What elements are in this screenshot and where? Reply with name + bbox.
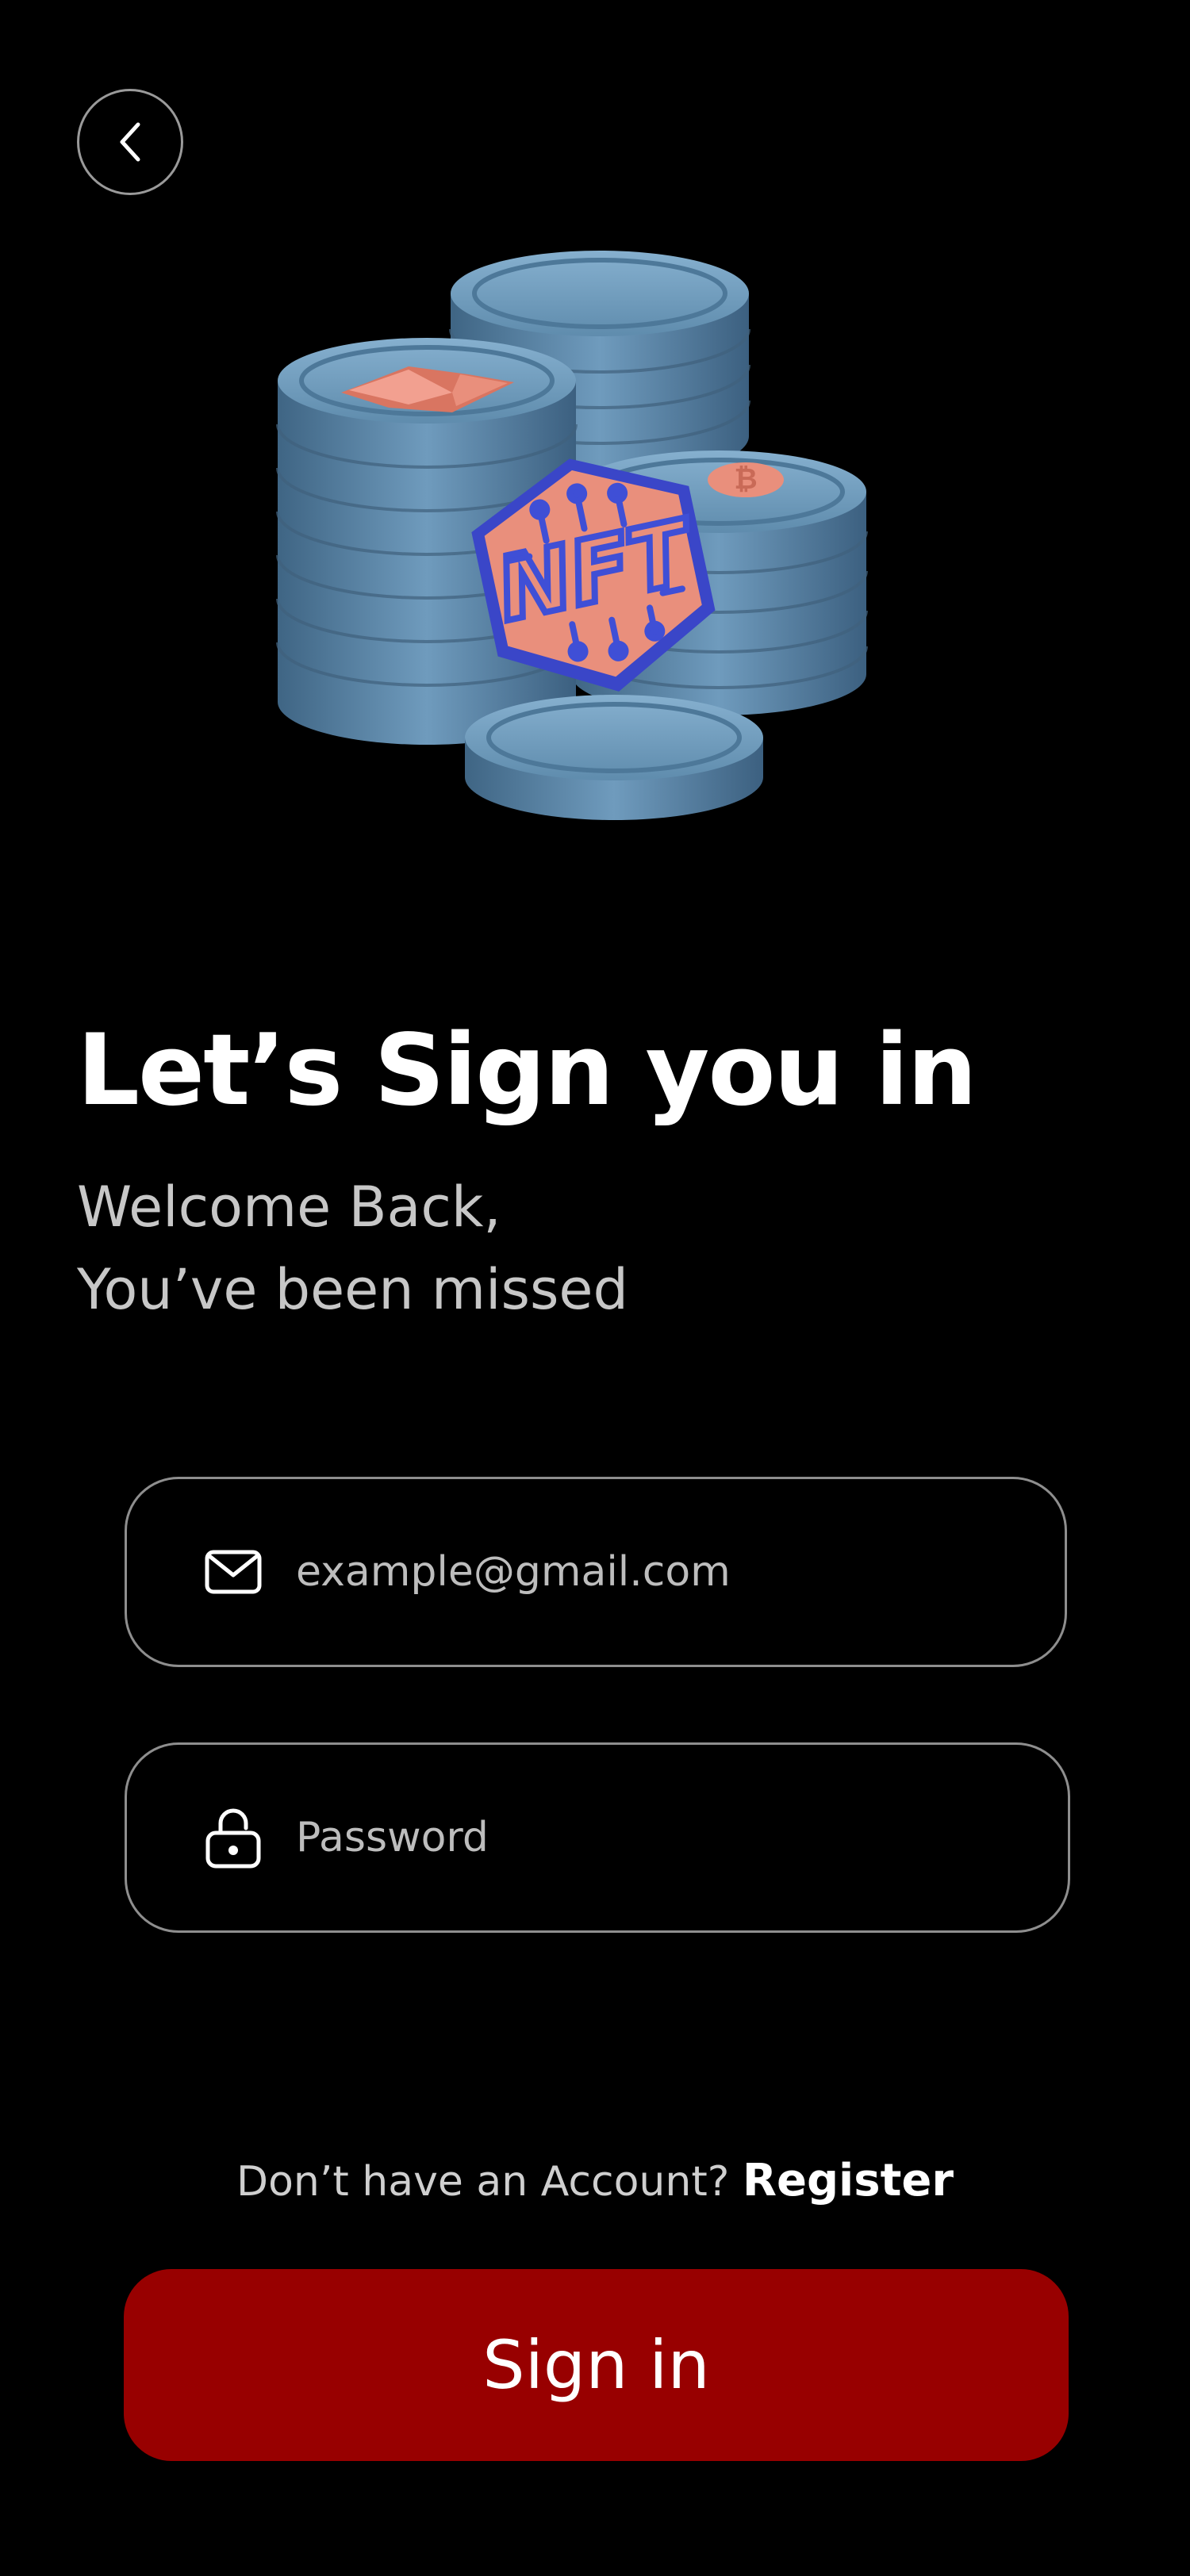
nft-coins-illustration: ₿ NFT [276, 251, 868, 820]
password-field[interactable] [125, 1742, 1070, 1933]
bitcoin-icon: ₿ [708, 462, 784, 497]
page-title: Let’s Sign you in [77, 1014, 977, 1128]
page-subtitle: Welcome Back, You’ve been missed [77, 1166, 628, 1331]
hero-illustration: ₿ NFT [262, 230, 912, 857]
back-button[interactable] [77, 89, 183, 195]
mail-icon [205, 1543, 262, 1600]
svg-text:₿: ₿ [734, 463, 757, 496]
sign-in-button[interactable]: Sign in [124, 2269, 1069, 2461]
email-field[interactable] [125, 1477, 1067, 1667]
password-input[interactable] [296, 1745, 1036, 1930]
email-input[interactable] [296, 1479, 1033, 1665]
chevron-left-icon [120, 122, 140, 162]
register-prompt: Don’t have an Account? Register [0, 2149, 1190, 2214]
coin-front [465, 695, 763, 820]
register-link[interactable]: Register [743, 2155, 954, 2206]
register-prompt-text: Don’t have an Account? [236, 2158, 743, 2206]
subtitle-line-missed: You’ve been missed [77, 1257, 628, 1322]
lock-icon [205, 1808, 262, 1869]
subtitle-line-welcome: Welcome Back, [77, 1175, 501, 1240]
